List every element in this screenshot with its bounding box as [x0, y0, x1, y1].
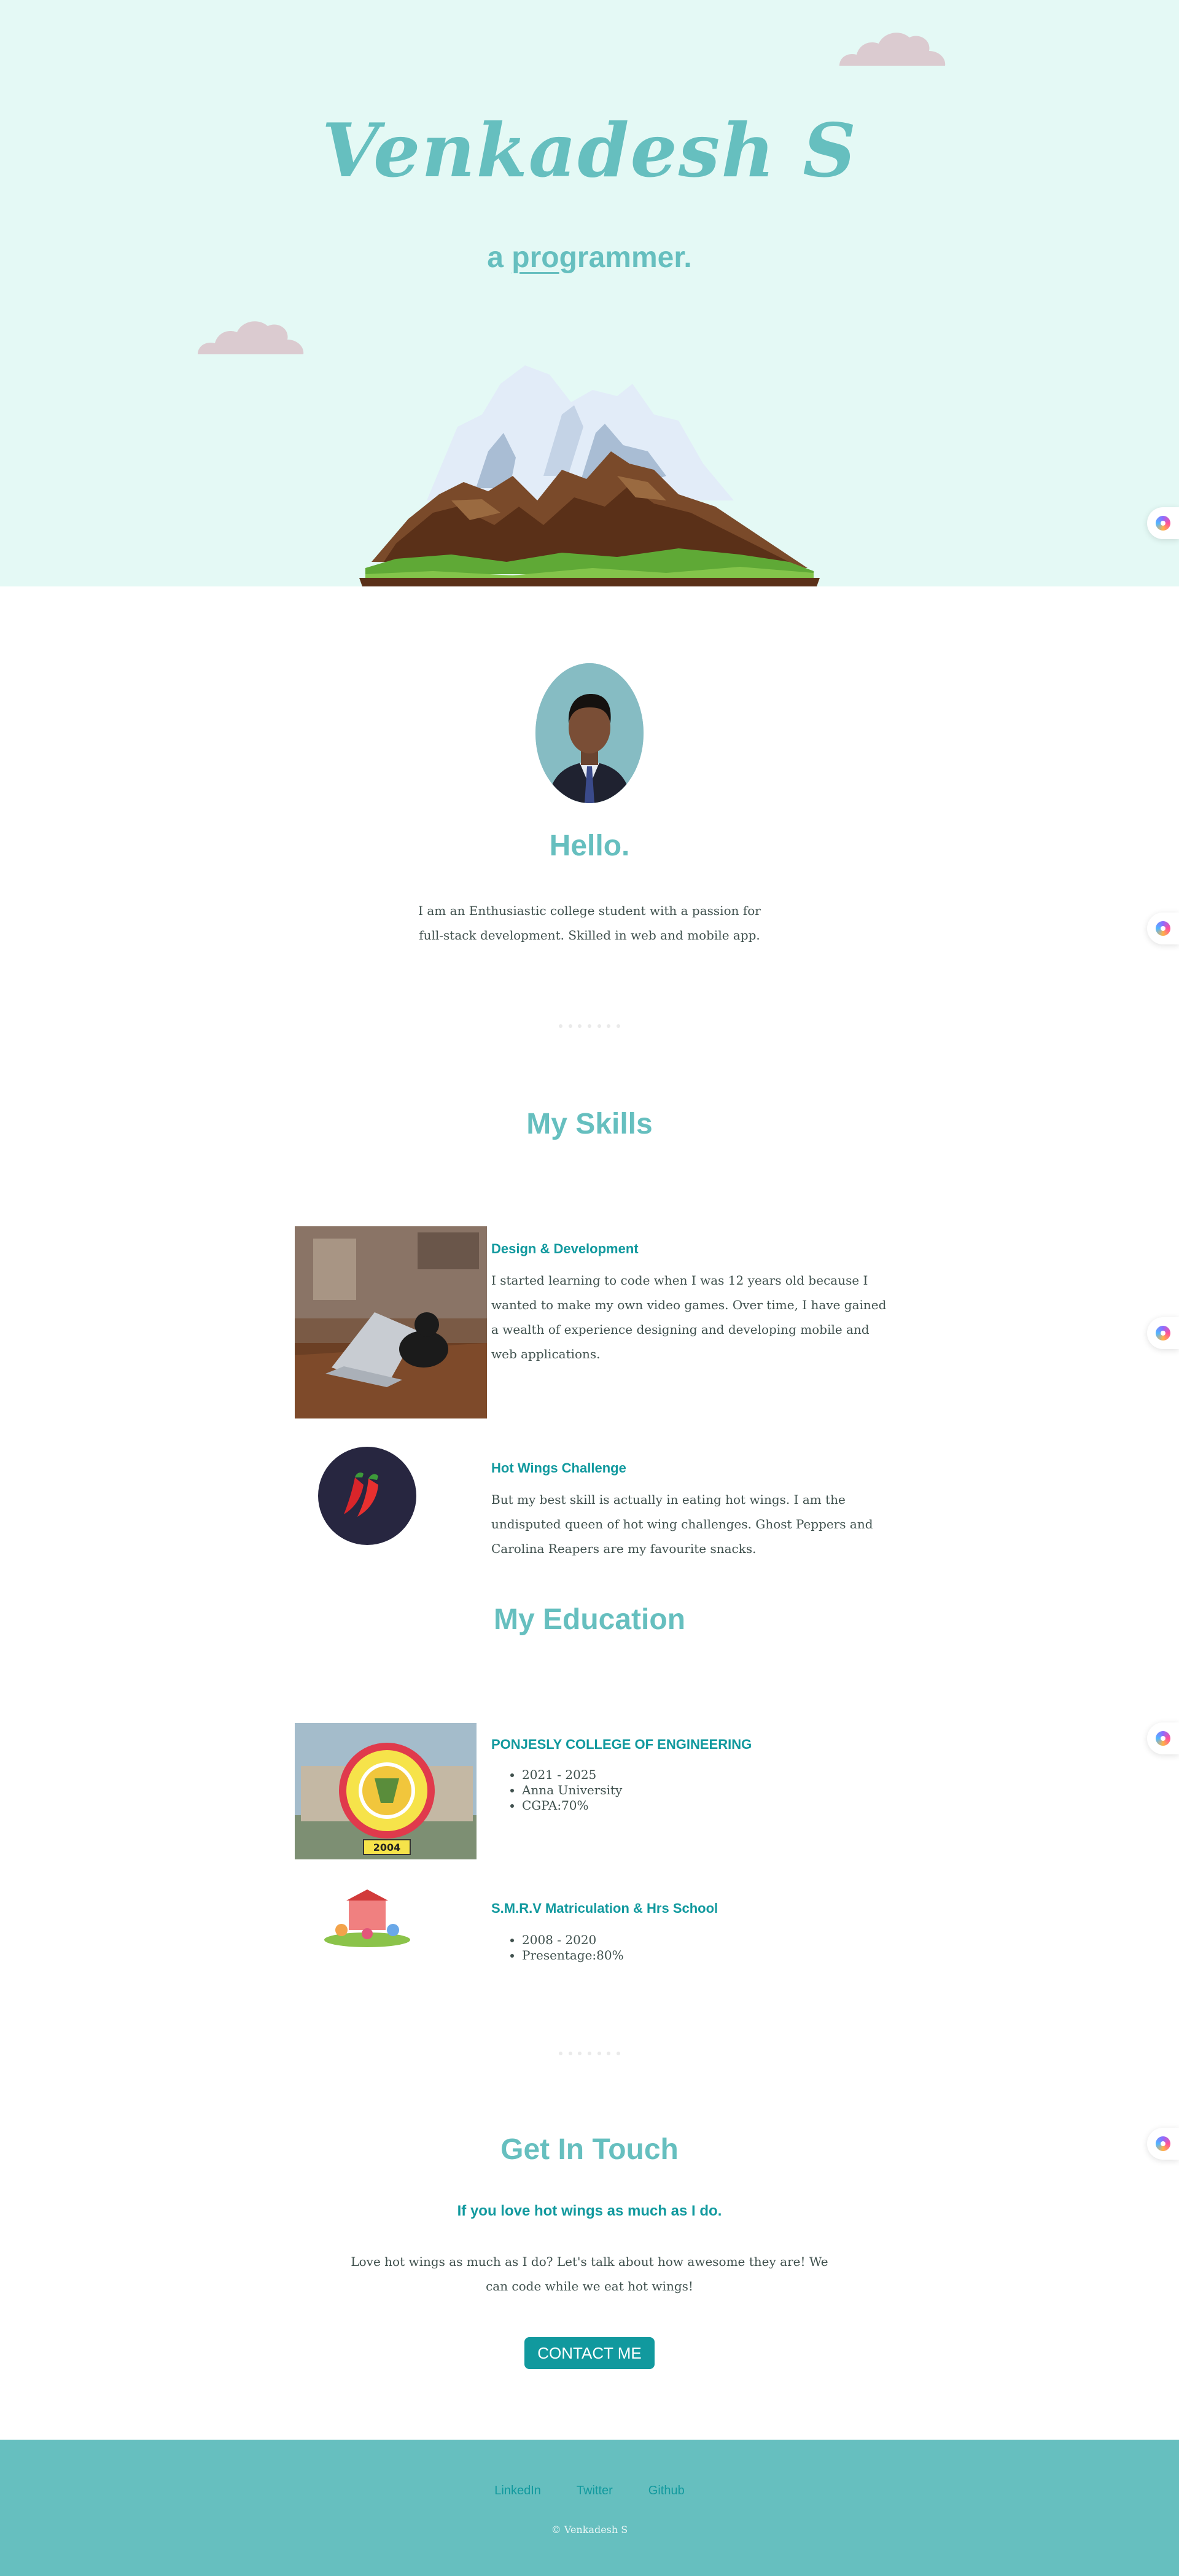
chili-icon — [344, 1473, 378, 1517]
profile-photo — [535, 663, 644, 803]
contact-heading: Get In Touch — [500, 2133, 679, 2166]
education-detail: CGPA:70% — [522, 1798, 622, 1813]
skill-title: Hot Wings Challenge — [491, 1460, 626, 1476]
education-detail: 2021 - 2025 — [522, 1767, 622, 1783]
education-title: PONJESLY COLLEGE OF ENGINEERING — [491, 1737, 752, 1752]
hero-subtitle: a programmer. — [0, 241, 1179, 274]
about-text: I am an Enthusiastic college student wit… — [418, 903, 761, 943]
skill-text: I started learning to code when I was 12… — [491, 1273, 887, 1361]
subtitle-suffix: grammer. — [559, 241, 692, 274]
education-details: 2021 - 2025 Anna University CGPA:70% — [522, 1767, 622, 1813]
skill-title: Design & Development — [491, 1241, 639, 1256]
about-heading: Hello. — [549, 830, 630, 862]
education-detail: Presentage:80% — [522, 1948, 624, 1963]
footer-link-linkedin[interactable]: LinkedIn — [494, 2484, 541, 2498]
footer-links: LinkedIn Twitter Github — [0, 2484, 1179, 2498]
floating-assistant-icon — [1156, 516, 1170, 531]
footer-link-twitter[interactable]: Twitter — [577, 2484, 613, 2498]
hero-title: Venkadesh S — [321, 107, 858, 194]
contact-subheading: If you love hot wings as much as I do. — [457, 2203, 722, 2219]
education-detail: Anna University — [522, 1783, 622, 1798]
subtitle-underlined: pro — [512, 241, 559, 274]
skill-image-laptop-cat — [295, 1226, 487, 1418]
contact-text: Love hot wings as much as I do? Let's ta… — [351, 2254, 828, 2294]
profile-avatar — [535, 663, 644, 803]
education-details: 2008 - 2020 Presentage:80% — [522, 1932, 624, 1963]
contact-me-button[interactable]: CONTACT ME — [524, 2337, 655, 2369]
skills-heading: My Skills — [526, 1108, 653, 1140]
floating-assistant-button[interactable] — [1147, 507, 1179, 539]
floating-assistant-icon — [1156, 921, 1170, 936]
cloud-icon — [839, 33, 946, 66]
education-detail: 2008 - 2020 — [522, 1932, 624, 1948]
hero-section: Venkadesh S a programmer. — [0, 0, 1179, 586]
footer-link-github[interactable]: Github — [648, 2484, 685, 2498]
floating-assistant-icon — [1156, 1326, 1170, 1341]
subtitle-prefix: a — [487, 241, 512, 274]
college-logo-image: 2004 — [295, 1723, 477, 1859]
mountain-illustration — [359, 365, 820, 586]
skill-text: But my best skill is actually in eating … — [491, 1492, 873, 1556]
svg-text:2004: 2004 — [373, 1842, 401, 1853]
cloud-icon — [198, 321, 304, 354]
floating-assistant-button[interactable] — [1147, 1317, 1179, 1349]
education-heading: My Education — [493, 1603, 686, 1636]
copyright-text: © Venkadesh S — [551, 2524, 628, 2535]
school-logo-image — [317, 1887, 418, 1948]
floating-assistant-button[interactable] — [1147, 912, 1179, 944]
education-title: S.M.R.V Matriculation & Hrs School — [491, 1901, 718, 1916]
dotted-divider — [559, 2052, 620, 2055]
skill-image-chili — [318, 1447, 416, 1545]
footer: LinkedIn Twitter Github © Venkadesh S — [0, 2440, 1179, 2576]
floating-assistant-button[interactable] — [1147, 1722, 1179, 1754]
floating-assistant-icon — [1156, 1731, 1170, 1746]
dotted-divider — [559, 1024, 620, 1028]
